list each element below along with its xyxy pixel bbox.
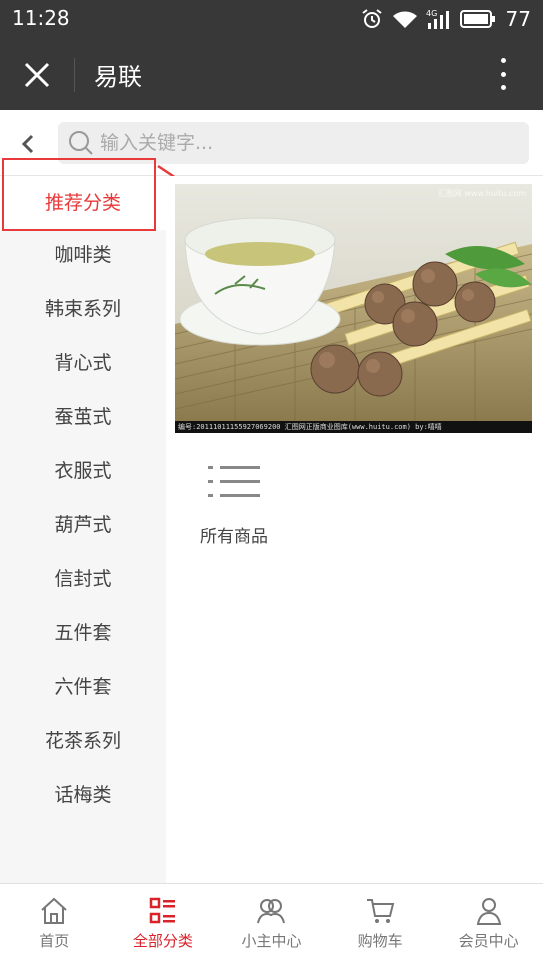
nav-home-label: 首页 [39, 932, 70, 950]
nav-member-center[interactable]: 小主中心 [217, 884, 326, 960]
sidebar-item-cocoon[interactable]: 蚕茧式 [0, 390, 166, 444]
all-goods-button[interactable]: 所有商品 [188, 458, 278, 558]
sidebar-item-clothes[interactable]: 衣服式 [0, 444, 166, 498]
chevron-left-icon [21, 134, 34, 154]
all-goods-label: 所有商品 [200, 527, 268, 547]
tea-plum-photo [175, 184, 532, 433]
alarm-icon [360, 7, 384, 31]
home-icon [41, 897, 67, 924]
sidebar-item-envelope[interactable]: 信封式 [0, 552, 166, 606]
banner-caption: 编号:20111011155927069200 汇图网正版商业图库(www.hu… [175, 421, 532, 433]
network-type: 4G [426, 9, 437, 18]
nav-categories-label: 全部分类 [132, 932, 193, 950]
battery-level: 77 [505, 7, 531, 31]
category-content: 汇图网 www.huitu.com 编号:2011101115592706920… [166, 176, 543, 883]
more-vertical-icon [500, 58, 506, 63]
nav-member-center-label: 小主中心 [241, 932, 302, 950]
user-icon [476, 898, 501, 925]
nav-vip-center-label: 会员中心 [458, 932, 519, 950]
status-icons: 4G 77 [360, 5, 531, 33]
category-icon [149, 897, 175, 924]
list-icon [208, 466, 260, 497]
sidebar-item-coffee[interactable]: 咖啡类 [0, 228, 166, 282]
status-bar: 11:28 4G 77 [0, 0, 543, 38]
close-icon [24, 62, 50, 88]
search-input[interactable] [100, 122, 520, 164]
nav-vip-center[interactable]: 会员中心 [434, 884, 543, 960]
banner-watermark: 汇图网 www.huitu.com [437, 189, 526, 198]
status-time: 11:28 [12, 6, 70, 30]
sidebar-item-gourd[interactable]: 葫芦式 [0, 498, 166, 552]
nav-home[interactable]: 首页 [0, 884, 109, 960]
battery-icon [459, 9, 496, 29]
sidebar-item-vest[interactable]: 背心式 [0, 336, 166, 390]
sidebar-item-plum[interactable]: 话梅类 [0, 768, 166, 822]
back-button[interactable] [14, 130, 42, 158]
category-sidebar: 推荐分类 咖啡类 韩束系列 背心式 蚕茧式 衣服式 葫芦式 信封式 五件套 六件… [0, 176, 166, 883]
annotation-highlight-box [2, 158, 156, 231]
sidebar-item-five-piece[interactable]: 五件套 [0, 606, 166, 660]
more-menu-button[interactable] [493, 56, 513, 92]
cart-icon [367, 899, 395, 923]
page-title: 易联 [94, 63, 142, 91]
bottom-nav: 首页 全部分类 小主中心 购物车 会员中心 [0, 883, 543, 960]
signal-icon: 4G [426, 7, 452, 31]
sidebar-item-six-piece[interactable]: 六件套 [0, 660, 166, 714]
title-divider [74, 58, 75, 92]
users-icon [257, 899, 286, 924]
nav-categories[interactable]: 全部分类 [109, 884, 218, 960]
nav-cart-label: 购物车 [357, 932, 403, 950]
close-button[interactable] [20, 58, 54, 92]
title-bar: 易联 [0, 38, 543, 110]
promo-banner[interactable]: 汇图网 www.huitu.com 编号:2011101115592706920… [175, 184, 532, 433]
sidebar-item-flower-tea[interactable]: 花茶系列 [0, 714, 166, 768]
sidebar-item-hanshu[interactable]: 韩束系列 [0, 282, 166, 336]
wifi-icon [392, 8, 418, 30]
nav-cart[interactable]: 购物车 [326, 884, 435, 960]
search-icon [69, 131, 93, 155]
